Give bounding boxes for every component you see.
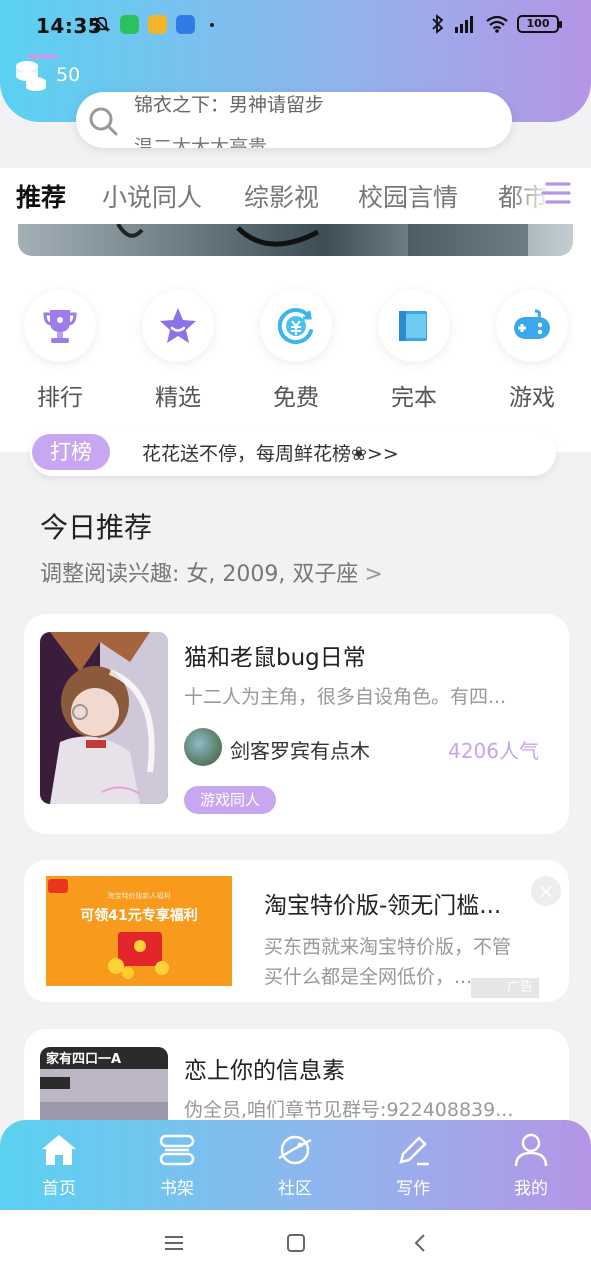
system-navigation-bar <box>0 1210 591 1280</box>
pen-icon <box>399 1136 429 1166</box>
banner-art <box>116 224 528 256</box>
back-icon[interactable] <box>409 1232 431 1254</box>
nav-profile[interactable]: 我的 <box>491 1132 571 1199</box>
status-bar: 14:35 100 <box>0 0 591 56</box>
book-description: 十二人为主角，很多自设角色。有四... <box>184 686 507 708</box>
signal-icon <box>455 16 473 33</box>
app-screen: 14:35 100 50 锦衣之下：男神请留步 温二太大太高贵 推荐 小说同人 … <box>0 0 591 1280</box>
quick-entry-label: 游戏 <box>509 385 555 411</box>
nav-write[interactable]: 写作 <box>373 1132 453 1199</box>
reading-interest-text: 调整阅读兴趣: 女, 2009, 双子座 <box>40 562 359 587</box>
quick-entry-games-bg <box>496 290 568 362</box>
quick-entry-ranking[interactable]: 排行 <box>20 290 100 412</box>
quick-entry-label: 免费 <box>273 385 319 411</box>
banner-image[interactable] <box>18 224 573 256</box>
nav-label: 书架 <box>160 1179 194 1199</box>
search-hint-line-1: 锦衣之下：男神请留步 <box>134 94 325 116</box>
nav-label: 社区 <box>278 1179 312 1199</box>
author-avatar <box>184 728 222 766</box>
bookshelf-icon <box>159 1134 195 1166</box>
battery-icon: 100 <box>517 15 562 33</box>
ad-image-headline: 可领41元专享福利 <box>80 907 197 924</box>
home-icon <box>42 1135 76 1165</box>
notice-text: 花花送不停，每周鲜花榜❀>> <box>142 443 399 465</box>
nav-label: 首页 <box>42 1179 76 1199</box>
nav-bookshelf[interactable]: 书架 <box>137 1132 217 1199</box>
author-name: 剑客罗宾有点木 <box>230 739 370 763</box>
category-tabs: 推荐 小说同人 综影视 校园言情 都市 <box>0 168 591 224</box>
mute-bell-icon <box>92 16 111 32</box>
message-app-icon <box>148 15 167 34</box>
book-card[interactable]: 猫和老鼠bug日常 十二人为主角，很多自设角色。有四... 剑客罗宾有点木 42… <box>24 614 569 834</box>
popularity-count: 4206人气 <box>448 739 539 763</box>
ad-image-small-text: 淘宝特价版新人福利 <box>108 891 171 900</box>
search-icon <box>89 107 118 136</box>
quick-entry-free[interactable]: 免费 <box>256 290 336 412</box>
cover-art <box>40 632 168 804</box>
genre-tag[interactable]: 游戏同人 <box>184 786 277 814</box>
trophy-icon <box>43 310 77 343</box>
star-icon <box>160 308 196 343</box>
nav-community[interactable]: 社区 <box>255 1132 335 1199</box>
more-notifications-dot-icon <box>210 22 214 27</box>
quick-entry-featured-bg <box>142 290 214 362</box>
home-square-icon[interactable] <box>285 1232 307 1254</box>
active-tab-indicator <box>28 54 58 59</box>
quick-entry-completed[interactable]: 完本 <box>374 290 454 412</box>
coin-stack-icon <box>16 61 46 91</box>
ad-title: 淘宝特价版-领无门槛... <box>264 893 502 919</box>
ad-image: 淘宝特价版新人福利 可领41元专享福利 <box>46 876 232 986</box>
tab-film-tv[interactable]: 综影视 <box>244 178 319 214</box>
quick-entry-free-bg <box>260 290 332 362</box>
category-menu-icon[interactable] <box>541 178 573 208</box>
notification-icons <box>92 15 214 34</box>
close-icon[interactable]: × <box>531 876 561 906</box>
community-planet-icon <box>278 1135 312 1165</box>
nav-label: 我的 <box>514 1179 548 1199</box>
search-input[interactable]: 锦衣之下：男神请留步 温二太大太高贵 <box>76 92 512 148</box>
profile-icon <box>514 1133 548 1167</box>
ranking-notice[interactable]: 打榜 花花送不停，每周鲜花榜❀>> <box>30 430 556 476</box>
quick-entry-games[interactable]: 游戏 <box>492 290 572 412</box>
book-title: 猫和老鼠bug日常 <box>184 645 366 671</box>
nav-label: 写作 <box>396 1179 430 1199</box>
search-hint-line-2: 温二太大太高贵 <box>134 136 268 148</box>
gamepad-icon <box>514 309 550 339</box>
notice-badge: 打榜 <box>32 434 110 470</box>
book-cover <box>40 632 168 804</box>
book-description: 伪全员,咱们章节见群号:922408839... <box>184 1099 514 1121</box>
ad-card[interactable]: 淘宝特价版新人福利 可领41元专享福利 淘宝特价版-领无门槛... 买东西就来淘… <box>24 860 569 1002</box>
tab-recommend[interactable]: 推荐 <box>16 178 66 214</box>
chevron-right-icon: > <box>364 562 383 587</box>
book-title: 恋上你的信息素 <box>184 1058 345 1084</box>
coin-count: 50 <box>56 64 81 86</box>
quick-entry-label: 精选 <box>155 385 201 411</box>
bluetooth-icon <box>432 14 444 34</box>
coin-balance[interactable]: 50 <box>14 58 80 92</box>
section-title: 今日推荐 <box>40 511 153 544</box>
system-icons: 100 <box>431 14 562 34</box>
tab-novel-fanfic[interactable]: 小说同人 <box>102 178 202 214</box>
quick-entry-completed-bg <box>378 290 450 362</box>
wechat-icon <box>120 15 139 34</box>
quick-entry-label: 完本 <box>391 385 437 411</box>
bottom-navigation: 首页 书架 社区 写作 我的 <box>0 1120 591 1210</box>
fitness-app-icon <box>176 15 195 34</box>
book-icon <box>399 311 427 341</box>
quick-entry-ranking-bg <box>24 290 96 362</box>
quick-entry-featured[interactable]: 精选 <box>138 290 218 412</box>
quick-entries: 排行 精选 免费 完本 游戏 <box>0 290 591 412</box>
ad-art: 淘宝特价版新人福利 可领41元专享福利 <box>46 876 232 986</box>
nav-home[interactable]: 首页 <box>19 1132 99 1199</box>
cover-title-text: 家有四口一A <box>46 1051 121 1067</box>
quick-entry-label: 排行 <box>37 385 83 411</box>
tab-campus-romance[interactable]: 校园言情 <box>358 178 458 214</box>
free-coin-icon <box>277 308 313 345</box>
menu-icon[interactable] <box>163 1232 185 1254</box>
reading-interest-link[interactable]: 调整阅读兴趣: 女, 2009, 双子座 > <box>40 556 383 588</box>
wifi-icon <box>486 15 508 33</box>
ad-label: 广告 <box>471 978 539 998</box>
